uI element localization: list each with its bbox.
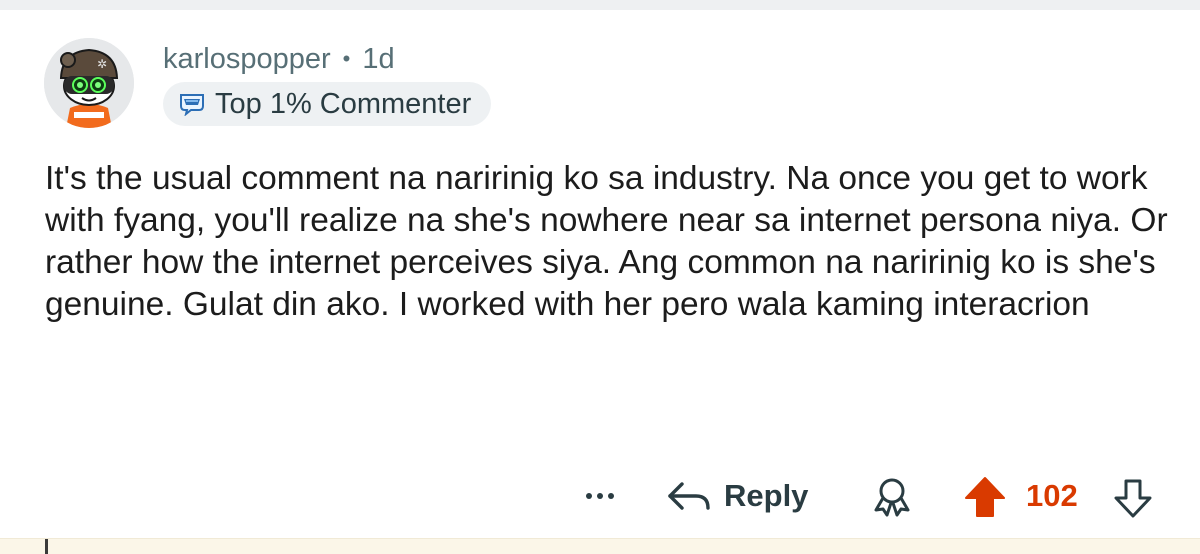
award-button[interactable] <box>872 476 912 518</box>
author-username[interactable]: karlospopper <box>163 43 331 76</box>
reply-button[interactable]: Reply <box>666 474 808 518</box>
comment: ✲ karlospopper • 1d Top 1% Commenter It'… <box>0 10 1200 538</box>
top-commenter-badge-icon <box>180 94 204 116</box>
svg-text:✲: ✲ <box>97 57 107 71</box>
comment-timestamp[interactable]: 1d <box>362 43 394 76</box>
comment-action-bar: Reply 102 <box>0 472 1200 520</box>
top-divider <box>0 0 1200 10</box>
comment-body: It's the usual comment na naririnig ko s… <box>45 160 1168 323</box>
avatar[interactable]: ✲ <box>44 38 134 128</box>
thread-line[interactable] <box>45 539 48 554</box>
comment-meta: karlospopper • 1d <box>163 42 395 76</box>
downvote-arrow-icon <box>1114 479 1152 518</box>
downvote-button[interactable] <box>1112 476 1154 520</box>
meta-separator: • <box>342 46 351 71</box>
upvote-arrow-icon <box>965 477 1005 517</box>
upvote-button[interactable] <box>962 474 1008 520</box>
user-flair: Top 1% Commenter <box>163 82 492 126</box>
reply-arrow-icon <box>668 482 710 510</box>
award-icon <box>874 478 910 517</box>
vote-count: 102 <box>1026 478 1078 513</box>
flair-label: Top 1% Commenter <box>215 87 472 120</box>
more-options-button[interactable] <box>578 482 622 510</box>
reply-label: Reply <box>724 478 809 513</box>
next-comment-strip <box>0 538 1200 554</box>
ellipsis-icon <box>586 493 592 499</box>
snoo-avatar-icon: ✲ <box>44 38 134 128</box>
ellipsis-icon <box>597 493 603 499</box>
ellipsis-icon <box>608 493 614 499</box>
